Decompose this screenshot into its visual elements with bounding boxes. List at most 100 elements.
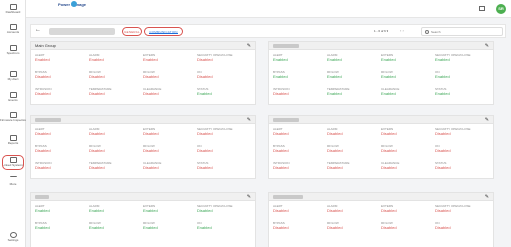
setting-value: Enabled xyxy=(435,57,450,62)
edit-icon[interactable]: ✎ xyxy=(485,117,489,123)
setting-cell: TEMPERATURE Disabled xyxy=(89,87,143,100)
card-title-placeholder xyxy=(273,118,299,122)
sidebar-item-my-alert[interactable]: My Alert xyxy=(0,71,26,81)
setting-cell: TEMPERATURE Enabled xyxy=(327,87,381,100)
setting-value: Disabled xyxy=(381,165,397,170)
setting-cell: EXTERN Enabled xyxy=(143,53,197,66)
setting-cell: RF/LOW Disabled xyxy=(381,144,435,157)
sidebar-item-label: Reports xyxy=(7,142,19,145)
setting-value: Disabled xyxy=(273,148,289,153)
setting-cell: STATUS Enabled xyxy=(197,87,251,100)
sidebar-item-dashboard[interactable]: Dashboard xyxy=(0,4,26,14)
tab-general[interactable]: GENERAL xyxy=(122,27,142,36)
setting-value: Disabled xyxy=(435,131,451,136)
setting-cell: STATUS Enabled xyxy=(435,87,489,100)
setting-value: Disabled xyxy=(35,165,51,170)
setting-cell: ALERT Enabled xyxy=(35,53,89,66)
setting-value: Disabled xyxy=(273,165,289,170)
logo-globe-icon xyxy=(71,1,77,7)
setting-value: Enabled xyxy=(381,74,396,79)
setting-cell: ALARM Disabled xyxy=(327,204,381,217)
setting-cell: EXTERN Disabled xyxy=(381,127,435,140)
setting-cell: CLEARANCE Disabled xyxy=(143,87,197,100)
setting-value: Enabled xyxy=(435,74,450,79)
setting-value: Disabled xyxy=(197,165,213,170)
setting-value: Enabled xyxy=(197,225,212,230)
card-title-placeholder xyxy=(273,195,303,199)
setting-value: Disabled xyxy=(35,131,51,136)
setting-value: Disabled xyxy=(143,165,159,170)
setting-cell: ON Enabled xyxy=(197,221,251,234)
card-title-placeholder xyxy=(273,44,299,48)
setting-value: Disabled xyxy=(89,91,105,96)
edit-icon[interactable]: ✎ xyxy=(247,43,251,49)
setting-value: Enabled xyxy=(327,57,342,62)
setting-cell: SECURITY OPEN/CLOSE Disabled xyxy=(197,53,251,66)
pagination-arrows[interactable]: ‹ › xyxy=(400,28,404,33)
search-box[interactable] xyxy=(421,27,503,36)
setting-value: Disabled xyxy=(89,148,105,153)
sidebar-item-firmware-inspection[interactable]: Firmware Inspection xyxy=(0,112,26,122)
sidebar-item-events[interactable]: Events xyxy=(0,92,26,102)
setting-cell: ON Disabled xyxy=(197,144,251,157)
setting-value: Enabled xyxy=(35,57,50,62)
sidebar-item-settings[interactable]: Settings xyxy=(0,232,26,242)
card-title: Main Group xyxy=(35,43,56,48)
sidebar-item-label: Firmware Inspection xyxy=(0,119,26,122)
edit-icon[interactable]: ✎ xyxy=(247,117,251,123)
sidebar-item-label: My Alert xyxy=(7,78,19,81)
sidebar-item-label: Settings xyxy=(7,239,19,242)
setting-value: Disabled xyxy=(327,225,343,230)
setting-value: Disabled xyxy=(197,74,213,79)
zone-card: ✎ ALERT Enabled ALARM Enabled EXTERN Enable… xyxy=(268,41,494,105)
setting-cell: EXTERN Enabled xyxy=(143,204,197,217)
edit-icon[interactable]: ✎ xyxy=(485,43,489,49)
pagination-range[interactable]: 1 - 6 of 6 ▾ xyxy=(374,29,388,33)
apps-grid-icon[interactable] xyxy=(479,6,485,11)
search-icon xyxy=(425,30,429,34)
setting-cell: RF/LOW Disabled xyxy=(89,144,143,157)
edit-icon[interactable]: ✎ xyxy=(247,194,251,200)
setting-cell: ALARM Disabled xyxy=(327,127,381,140)
setting-cell: STATUS Disabled xyxy=(197,161,251,174)
setting-cell: RF/LOW Disabled xyxy=(143,70,197,83)
zone-card: ✎ ALERT Enabled ALARM Enabled EXTERN Enable… xyxy=(30,192,256,247)
setting-cell: INTRUSION Disabled xyxy=(35,161,89,174)
sidebar-item-linked-systems[interactable]: Linked Systems xyxy=(0,155,26,170)
setting-cell: CLEARANCE Disabled xyxy=(143,161,197,174)
active-item-outline xyxy=(2,155,24,170)
setting-value: Disabled xyxy=(381,225,397,230)
setting-value: Disabled xyxy=(197,57,213,62)
app-root: Dashboard Accounts Spectrum My Alert Eve… xyxy=(0,0,511,247)
back-button[interactable]: ← xyxy=(35,27,41,33)
setting-cell: SECURITY OPEN/CLOSE Enabled xyxy=(435,53,489,66)
sidebar-item-label: Dashboard xyxy=(5,11,21,14)
top-header: Power Manage xyxy=(26,0,511,18)
setting-cell: ON Disabled xyxy=(435,144,489,157)
search-input[interactable] xyxy=(431,28,501,35)
sidebar-item-spectrum[interactable]: Spectrum xyxy=(0,45,26,55)
sidebar-item-reports[interactable]: Reports xyxy=(0,135,26,145)
setting-cell: RF/LOW Enabled xyxy=(143,221,197,234)
setting-cell: ALARM Enabled xyxy=(89,53,143,66)
tab-communication[interactable]: COMMUNICATION xyxy=(144,27,183,36)
card-title-placeholder xyxy=(35,195,49,199)
setting-value: Enabled xyxy=(273,57,288,62)
setting-value: Disabled xyxy=(197,131,213,136)
setting-value: Enabled xyxy=(435,91,450,96)
card-header: ✎ xyxy=(269,193,493,201)
zone-card: Main Group ✎ ALERT Enabled ALARM Enabled E… xyxy=(30,41,256,105)
user-avatar[interactable]: SR xyxy=(496,4,506,14)
setting-cell: ALERT Disabled xyxy=(273,204,327,217)
firmware-icon xyxy=(9,112,17,118)
edit-icon[interactable]: ✎ xyxy=(485,194,489,200)
setting-value: Disabled xyxy=(381,148,397,153)
setting-value: Disabled xyxy=(327,208,343,213)
setting-cell: RF/LOW Enabled xyxy=(89,221,143,234)
detail-toolbar: ← GENERAL COMMUNICATION 1 - 6 of 6 ▾ ‹ › xyxy=(30,24,506,38)
sidebar-item-label: Events xyxy=(8,99,18,102)
sidebar-item-accounts[interactable]: Accounts xyxy=(0,24,26,34)
sidebar-item-more[interactable]: More xyxy=(0,176,26,186)
setting-value: Disabled xyxy=(327,131,343,136)
setting-value: Disabled xyxy=(143,74,159,79)
